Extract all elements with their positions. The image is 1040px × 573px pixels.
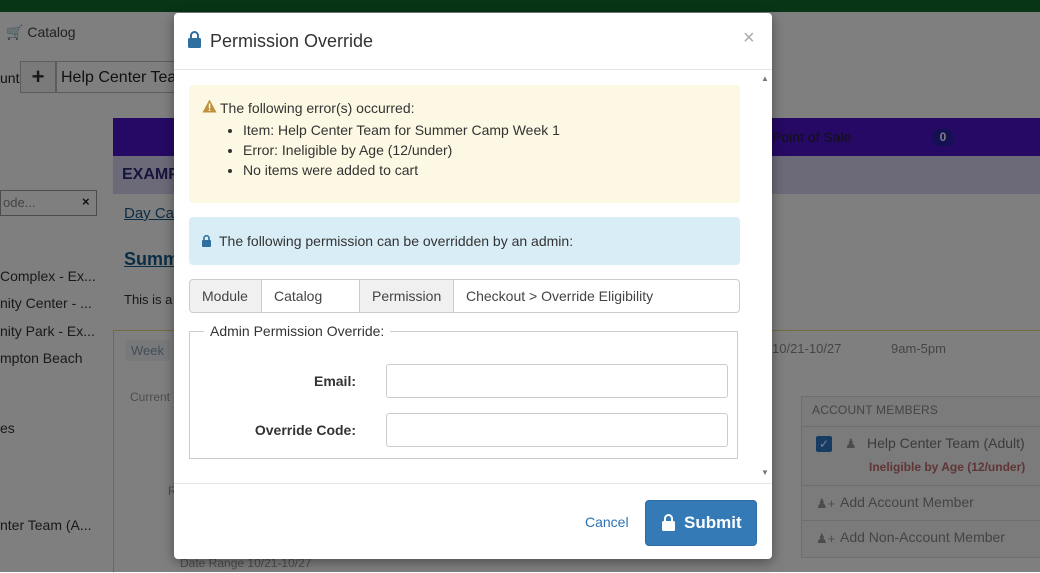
admin-override-legend: Admin Permission Override:	[204, 323, 391, 339]
submit-label: Submit	[684, 513, 742, 532]
error-alert: The following error(s) occurred: Item: H…	[189, 85, 740, 203]
error-title: The following error(s) occurred:	[220, 100, 415, 116]
close-icon[interactable]: ×	[743, 27, 755, 50]
lock-icon	[202, 234, 211, 252]
override-code-field[interactable]	[386, 413, 728, 447]
info-text: The following permission can be overridd…	[219, 233, 574, 249]
modal-title: Permission Override	[210, 31, 374, 51]
modal-header: Permission Override ×	[174, 13, 772, 70]
modal-scrollbar[interactable]: ▲ ▼	[758, 70, 772, 483]
email-field[interactable]	[386, 364, 728, 398]
permission-override-dialog: Permission Override × The following erro…	[174, 13, 772, 559]
email-label: Email:	[313, 373, 356, 389]
error-list: Item: Help Center Team for Summer Camp W…	[227, 120, 560, 180]
module-value: Catalog	[262, 280, 360, 312]
lock-icon	[188, 31, 201, 53]
permission-label: Permission	[360, 280, 454, 312]
permission-details: Module Catalog Permission Checkout > Ove…	[189, 279, 740, 313]
permission-info-alert: The following permission can be overridd…	[189, 217, 740, 265]
cancel-button[interactable]: Cancel	[585, 514, 629, 530]
error-item: Item: Help Center Team for Summer Camp W…	[243, 120, 560, 140]
submit-button[interactable]: Submit	[645, 500, 757, 546]
modal-body: The following error(s) occurred: Item: H…	[174, 70, 772, 483]
error-item: Error: Ineligible by Age (12/under)	[243, 140, 560, 160]
warning-icon	[202, 99, 217, 118]
permission-value: Checkout > Override Eligibility	[466, 288, 654, 304]
override-code-label: Override Code:	[254, 422, 356, 438]
lock-icon	[662, 514, 675, 536]
error-item: No items were added to cart	[243, 160, 560, 180]
scroll-down-icon[interactable]: ▼	[761, 468, 769, 477]
module-label: Module	[190, 280, 262, 312]
scroll-up-icon[interactable]: ▲	[761, 74, 769, 83]
modal-footer: Cancel Submit	[174, 483, 772, 559]
